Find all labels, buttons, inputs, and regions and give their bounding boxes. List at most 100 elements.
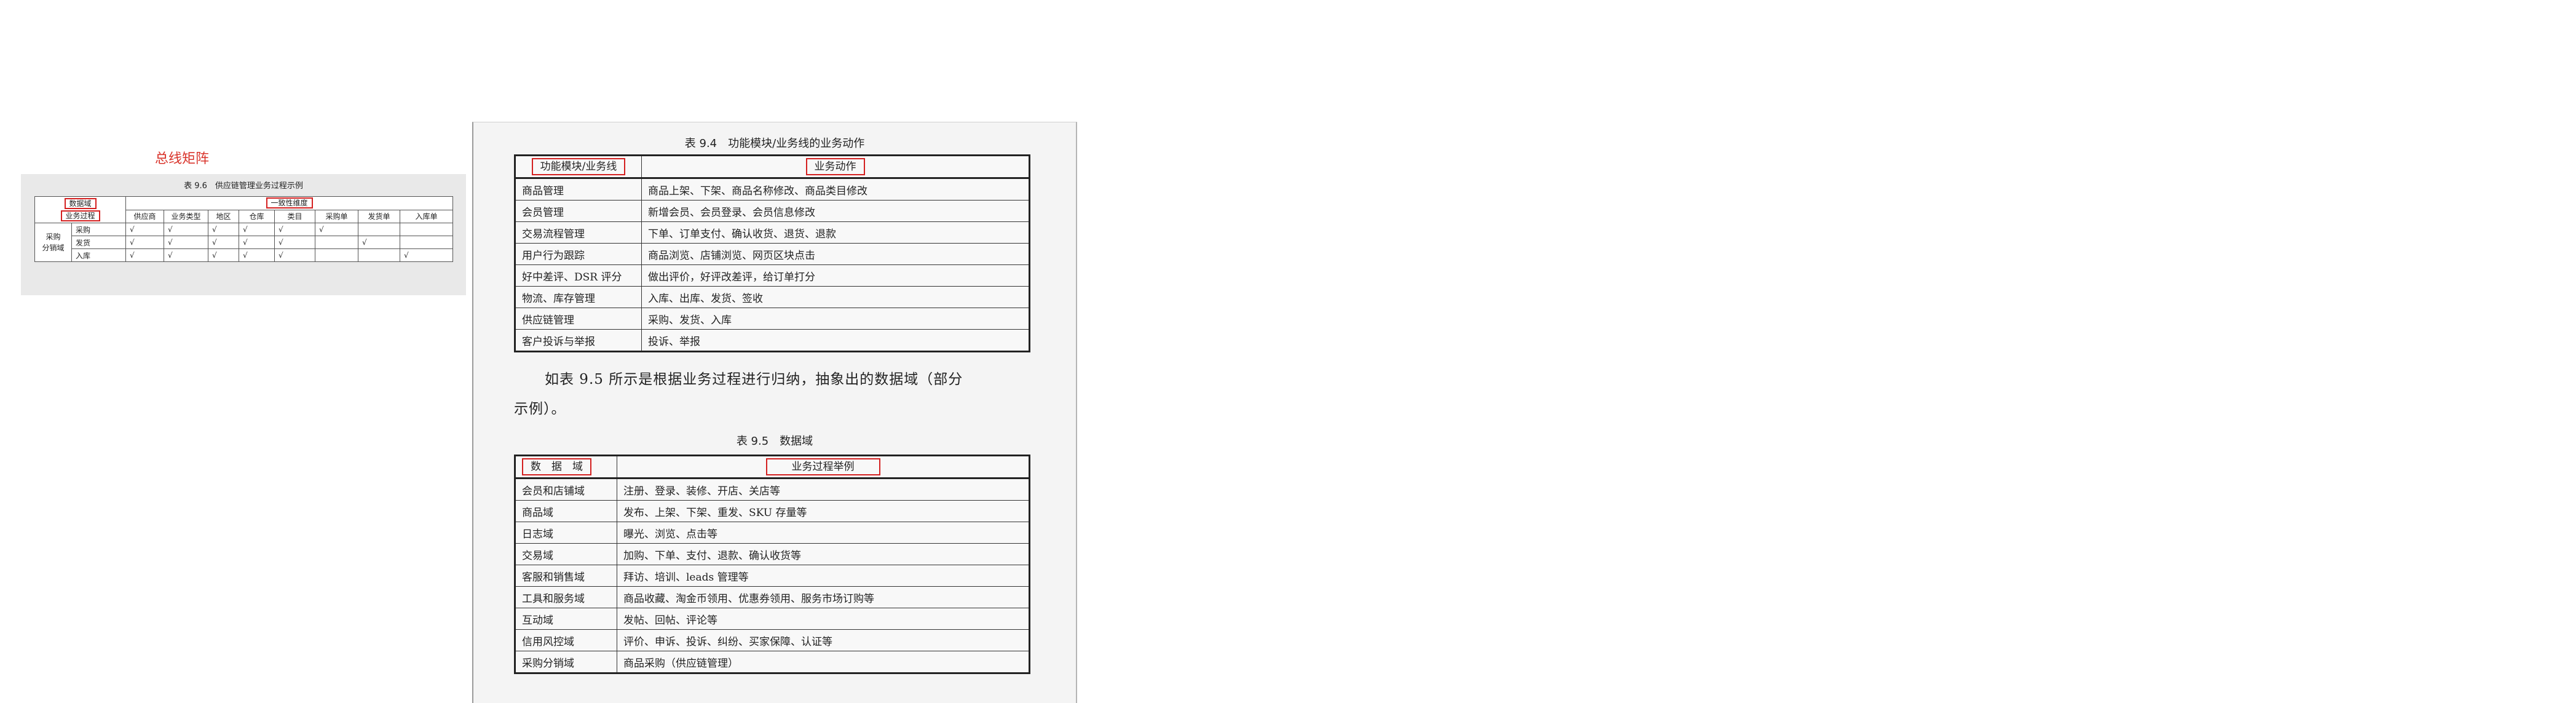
table-9-5: 数 据 域 业务过程举例 会员和店铺域 注册、登录、装修、开店、关店等 商品域 发布… xyxy=(514,455,1030,674)
paragraph-line-2: 示例）。 xyxy=(514,401,566,417)
matrix-col-header: 入库单 xyxy=(400,209,454,223)
table-9-5-caption: 表 9.5 数据域 xyxy=(736,435,813,448)
matrix-cell: √ xyxy=(239,223,275,236)
matrix-domain-line1: 采购 xyxy=(45,232,61,241)
action-cell: 商品上架、下架、商品名称修改、商品类目修改 xyxy=(641,178,1030,201)
table-row: 好中差评、DSR 评分 做出评价，好评改差评，给订单打分 xyxy=(515,264,1030,287)
action-cell: 做出评价，好评改差评，给订单打分 xyxy=(641,264,1030,287)
matrix-process: 发货 xyxy=(71,236,127,249)
process-cell: 拜访、培训、leads 管理等 xyxy=(617,565,1030,587)
table-9-4: 功能模块/业务线 业务动作 商品管理 商品上架、下架、商品名称修改、商品类目修改 … xyxy=(514,154,1030,352)
action-header-label: 业务动作 xyxy=(805,158,865,175)
process-cell: 曝光、浏览、点击等 xyxy=(617,522,1030,544)
process-cell: 评价、申诉、投诉、纠纷、买家保障、认证等 xyxy=(617,629,1030,651)
matrix-cell: √ xyxy=(239,248,275,262)
domain-cell: 信用风控域 xyxy=(515,629,617,651)
process-cell: 注册、登录、装修、开店、关店等 xyxy=(617,478,1030,501)
dimension-group-label: 一致性维度 xyxy=(266,197,313,209)
action-cell: 商品浏览、店铺浏览、网页区块点击 xyxy=(641,243,1030,265)
matrix-cell: √ xyxy=(125,248,165,262)
table-row: 用户行为跟踪 商品浏览、店铺浏览、网页区块点击 xyxy=(515,243,1030,265)
table-row: 供应链管理 采购、发货、入库 xyxy=(515,308,1030,330)
dimension-group-cell: 一致性维度 xyxy=(125,196,454,210)
module-header-label: 功能模块/业务线 xyxy=(531,158,626,175)
process-cell: 发帖、回帖、评论等 xyxy=(617,608,1030,630)
process-example-header-label: 业务过程举例 xyxy=(765,458,880,475)
action-cell: 入库、出库、发货、签收 xyxy=(641,286,1030,308)
domain-cell: 会员和店铺域 xyxy=(515,478,617,501)
corner-process-label: 业务过程 xyxy=(60,210,100,221)
matrix-col-header: 供应商 xyxy=(125,209,165,223)
matrix-cell: √ xyxy=(164,236,209,249)
matrix-cell xyxy=(315,248,359,262)
matrix-cell xyxy=(400,223,454,236)
matrix-cell: √ xyxy=(125,236,165,249)
matrix-cell: √ xyxy=(208,236,240,249)
module-cell: 会员管理 xyxy=(515,200,642,222)
bus-matrix-caption: 表 9.6 供应链管理业务过程示例 xyxy=(184,181,303,191)
matrix-cell: √ xyxy=(239,236,275,249)
matrix-row: 入库 √ √ √ √ √ √ xyxy=(35,248,454,262)
matrix-cell: √ xyxy=(358,236,401,249)
table-row: 商品域 发布、上架、下架、重发、SKU 存量等 xyxy=(515,500,1030,522)
matrix-cell: √ xyxy=(208,223,240,236)
module-cell: 用户行为跟踪 xyxy=(515,243,642,265)
matrix-col-header: 类目 xyxy=(274,209,316,223)
module-cell: 交易流程管理 xyxy=(515,221,642,244)
matrix-cell xyxy=(400,236,454,249)
table-9-5-header-cell: 业务过程举例 xyxy=(617,455,1030,479)
matrix-col-header: 采购单 xyxy=(315,209,359,223)
bus-matrix-label: 总线矩阵 xyxy=(155,151,210,167)
table-row: 互动域 发帖、回帖、评论等 xyxy=(515,608,1030,630)
matrix-col-header: 业务类型 xyxy=(164,209,209,223)
matrix-process: 采购 xyxy=(71,223,127,236)
domain-cell: 采购分销域 xyxy=(515,651,617,673)
matrix-cell: √ xyxy=(274,236,316,249)
matrix-corner-cell: 数据域 业务过程 xyxy=(34,196,127,223)
action-cell: 新增会员、会员登录、会员信息修改 xyxy=(641,200,1030,222)
module-cell: 好中差评、DSR 评分 xyxy=(515,264,642,287)
action-cell: 下单、订单支付、确认收货、退货、退款 xyxy=(641,221,1030,244)
table-9-5-header: 数 据 域 业务过程举例 xyxy=(515,455,1030,479)
matrix-cell xyxy=(315,236,359,249)
matrix-cell xyxy=(358,223,401,236)
matrix-cell: √ xyxy=(164,248,209,262)
table-row: 信用风控域 评价、申诉、投诉、纠纷、买家保障、认证等 xyxy=(515,629,1030,651)
matrix-row: 发货 √ √ √ √ √ √ xyxy=(35,236,454,249)
domain-cell: 商品域 xyxy=(515,500,617,522)
table-9-4-caption: 表 9.4 功能模块/业务线的业务动作 xyxy=(684,137,865,150)
process-cell: 商品采购（供应链管理） xyxy=(617,651,1030,673)
table-row: 会员和店铺域 注册、登录、装修、开店、关店等 xyxy=(515,478,1030,501)
domain-cell: 交易域 xyxy=(515,543,617,565)
table-row: 会员管理 新增会员、会员登录、会员信息修改 xyxy=(515,200,1030,222)
bus-matrix-panel: 表 9.6 供应链管理业务过程示例 数据域 业务过程 一致性维度 供应商 业务类… xyxy=(21,174,466,295)
process-cell: 发布、上架、下架、重发、SKU 存量等 xyxy=(617,500,1030,522)
table-row: 物流、库存管理 入库、出库、发货、签收 xyxy=(515,286,1030,308)
matrix-process: 入库 xyxy=(71,248,127,262)
paragraph-line-1: 如表 9.5 所示是根据业务过程进行归纳，抽象出的数据域（部分 xyxy=(545,371,963,387)
matrix-cell: √ xyxy=(274,223,316,236)
table-row: 日志域 曝光、浏览、点击等 xyxy=(515,522,1030,544)
table-9-4-header-cell: 功能模块/业务线 xyxy=(515,155,642,179)
matrix-cell: √ xyxy=(274,248,316,262)
table-row: 交易流程管理 下单、订单支付、确认收货、退货、退款 xyxy=(515,221,1030,244)
matrix-cell: √ xyxy=(208,248,240,262)
book-page: 表 9.4 功能模块/业务线的业务动作 功能模块/业务线 业务动作 商品管理 商品… xyxy=(472,122,1077,703)
table-row: 客服和销售域 拜访、培训、leads 管理等 xyxy=(515,565,1030,587)
matrix-cell: √ xyxy=(125,223,165,236)
domain-cell: 工具和服务域 xyxy=(515,586,617,608)
table-row: 工具和服务域 商品收藏、淘金币领用、优惠券领用、服务市场订购等 xyxy=(515,586,1030,608)
matrix-col-header: 发货单 xyxy=(358,209,401,223)
matrix-domain-line2: 分销域 xyxy=(42,244,65,252)
domain-cell: 客服和销售域 xyxy=(515,565,617,587)
action-cell: 投诉、举报 xyxy=(641,329,1030,352)
table-row: 客户投诉与举报 投诉、举报 xyxy=(515,329,1030,352)
module-cell: 商品管理 xyxy=(515,178,642,201)
module-cell: 物流、库存管理 xyxy=(515,286,642,308)
matrix-cell: √ xyxy=(164,223,209,236)
domain-header-label: 数 据 域 xyxy=(522,458,591,475)
matrix-cell: √ xyxy=(315,223,359,236)
table-row: 商品管理 商品上架、下架、商品名称修改、商品类目修改 xyxy=(515,178,1030,201)
matrix-col-header: 仓库 xyxy=(239,209,275,223)
process-cell: 商品收藏、淘金币领用、优惠券领用、服务市场订购等 xyxy=(617,586,1030,608)
